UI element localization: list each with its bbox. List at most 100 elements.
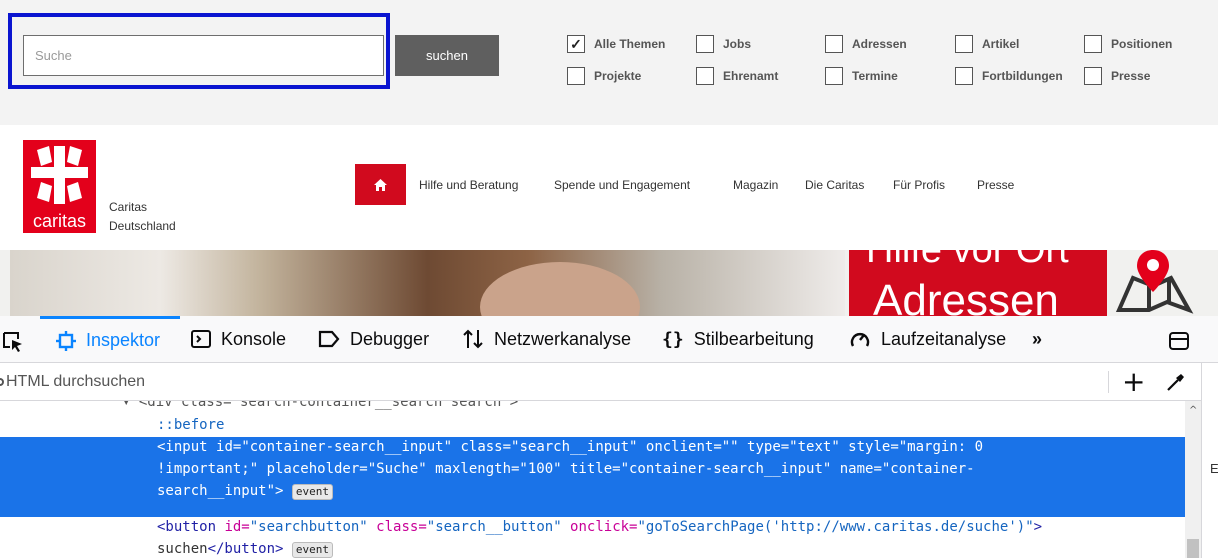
input-node-line1[interactable]: <input id="container-search__input" clas…	[157, 439, 983, 455]
checkbox-icon[interactable]	[567, 67, 585, 85]
more-tools-button[interactable]: »	[1032, 316, 1042, 362]
filter-label: Positionen	[1111, 37, 1173, 51]
filter-label: Alle Themen	[594, 37, 666, 51]
checkbox-icon[interactable]	[825, 35, 843, 53]
filter-label: Jobs	[723, 37, 752, 51]
teaser-line1: Hilfe vor Ort	[866, 250, 1069, 271]
html-search-field[interactable]: HTML durchsuchen	[0, 373, 145, 391]
tab-debugger[interactable]: Debugger	[318, 316, 429, 362]
flame-cross-icon	[31, 146, 88, 204]
checkbox-icon[interactable]	[955, 67, 973, 85]
filter-label: Fortbildungen	[982, 69, 1063, 83]
event-badge[interactable]: event	[291, 484, 333, 500]
home-icon	[374, 178, 387, 191]
hero-photo	[10, 250, 845, 316]
code-token: "searchbutton"	[249, 519, 368, 535]
home-button[interactable]	[355, 164, 406, 205]
teaser-line2: Adressen	[873, 276, 1059, 316]
button-node-line2[interactable]: suchen</button> event	[157, 541, 333, 558]
filter-projekte[interactable]: Projekte	[567, 66, 641, 86]
filter-label: Adressen	[852, 37, 907, 51]
tree-node-before[interactable]: ::before	[157, 417, 224, 433]
tree-node-cut[interactable]: ▾ <div class="search-container__search s…	[122, 401, 518, 410]
tab-stilbearbeitung[interactable]: {} Stilbearbeitung	[662, 316, 814, 362]
checkbox-checked-icon[interactable]: ✓	[567, 35, 585, 53]
logo-wordmark: caritas	[32, 211, 86, 231]
search-input[interactable]	[23, 35, 384, 76]
nav-spende-und-engagement[interactable]: Spende und Engagement	[554, 178, 690, 192]
tab-label: Stilbearbeitung	[693, 328, 814, 349]
filter-label: Ehrenamt	[723, 69, 779, 83]
filter-presse[interactable]: Presse	[1084, 66, 1150, 86]
filter-fortbildungen[interactable]: Fortbildungen	[955, 66, 1063, 86]
org-name-line1: Caritas	[109, 200, 148, 214]
sidebar-panel: E	[1201, 363, 1218, 558]
tab-label: Netzwerkanalyse	[494, 328, 632, 349]
code-token: <input	[157, 439, 217, 455]
sidebar-label: E	[1210, 461, 1218, 476]
nav-fuer-profis[interactable]: Für Profis	[893, 178, 945, 192]
tab-netzwerkanalyse[interactable]: Netzwerkanalyse	[462, 316, 631, 362]
tab-label: Laufzeitanalyse	[881, 328, 1007, 349]
toolbar-divider	[1108, 371, 1109, 393]
checkbox-icon[interactable]	[1084, 67, 1102, 85]
checkbox-icon[interactable]	[696, 35, 714, 53]
nav-hilfe-und-beratung[interactable]: Hilfe und Beratung	[419, 178, 518, 192]
code-token: suchen	[157, 541, 208, 557]
code-token: <button	[157, 519, 225, 535]
filter-jobs[interactable]: Jobs	[696, 34, 751, 54]
performance-icon	[850, 333, 870, 347]
address-teaser[interactable]: Hilfe vor Ort Adressen	[849, 250, 1107, 316]
double-chevron-icon: »	[1032, 328, 1043, 349]
event-badge[interactable]: event	[291, 542, 333, 558]
search-button[interactable]: suchen	[395, 35, 499, 76]
tab-konsole[interactable]: Konsole	[191, 316, 286, 362]
filter-alle-themen[interactable]: ✓ Alle Themen	[567, 34, 665, 54]
tab-label: Inspektor	[86, 330, 161, 350]
checkbox-icon[interactable]	[696, 67, 714, 85]
checkbox-icon[interactable]	[825, 67, 843, 85]
checkbox-icon[interactable]	[955, 35, 973, 53]
code-token: id=	[216, 439, 242, 455]
nav-magazin[interactable]: Magazin	[733, 178, 778, 192]
filter-adressen[interactable]: Adressen	[825, 34, 907, 54]
input-node-line2[interactable]: !important;" placeholder="Suche" maxleng…	[157, 461, 975, 477]
code-token: search__input">	[157, 483, 284, 499]
code-token: class="search__input" onclient="" type="…	[452, 439, 984, 455]
code-token: onclick=	[561, 519, 638, 535]
devtools-panel: Inspektor Konsole Debugger Netzwerkanaly…	[0, 316, 1218, 558]
html-search-bar[interactable]: HTML durchsuchen +	[0, 363, 1218, 401]
filter-label: Projekte	[594, 69, 642, 83]
checkbox-icon[interactable]	[1084, 35, 1102, 53]
button-node-line1[interactable]: <button id="searchbutton" class="search_…	[157, 519, 1042, 535]
scroll-thumb[interactable]	[1187, 539, 1199, 558]
filter-termine[interactable]: Termine	[825, 66, 898, 86]
hero-person-image	[480, 262, 640, 316]
markup-tree[interactable]: ▾ <div class="search-container__search s…	[0, 401, 1185, 558]
search-panel: suchen ✓ Alle Themen Jobs Adressen Artik…	[0, 0, 1218, 125]
map-pin-icon	[1115, 250, 1194, 314]
scroll-up-icon[interactable]: ^	[1189, 405, 1197, 416]
filter-label: Presse	[1111, 69, 1151, 83]
element-picker-icon[interactable]	[2, 331, 24, 353]
network-icon	[463, 329, 483, 349]
tab-inspektor[interactable]: Inspektor	[40, 316, 180, 362]
tab-label: Debugger	[350, 328, 430, 349]
console-icon	[191, 330, 211, 348]
nav-die-caritas[interactable]: Die Caritas	[805, 178, 864, 192]
eyedropper-icon[interactable]	[1165, 373, 1185, 393]
input-node-line3[interactable]: search__input"> event	[157, 483, 333, 500]
add-node-icon[interactable]: +	[1122, 365, 1145, 398]
hero-banner: Hilfe vor Ort Adressen	[0, 250, 1218, 316]
filter-artikel[interactable]: Artikel	[955, 34, 1019, 54]
dock-layout-icon[interactable]	[1169, 331, 1189, 351]
code-token: id=	[224, 519, 250, 535]
nav-presse[interactable]: Presse	[977, 178, 1014, 192]
tab-laufzeitanalyse[interactable]: Laufzeitanalyse	[849, 316, 1006, 362]
filter-positionen[interactable]: Positionen	[1084, 34, 1172, 54]
code-token: </button>	[207, 541, 284, 557]
caritas-logo[interactable]: caritas	[23, 140, 96, 233]
inspector-icon	[56, 330, 76, 351]
markup-scrollbar[interactable]: ^	[1185, 401, 1201, 558]
filter-ehrenamt[interactable]: Ehrenamt	[696, 66, 778, 86]
